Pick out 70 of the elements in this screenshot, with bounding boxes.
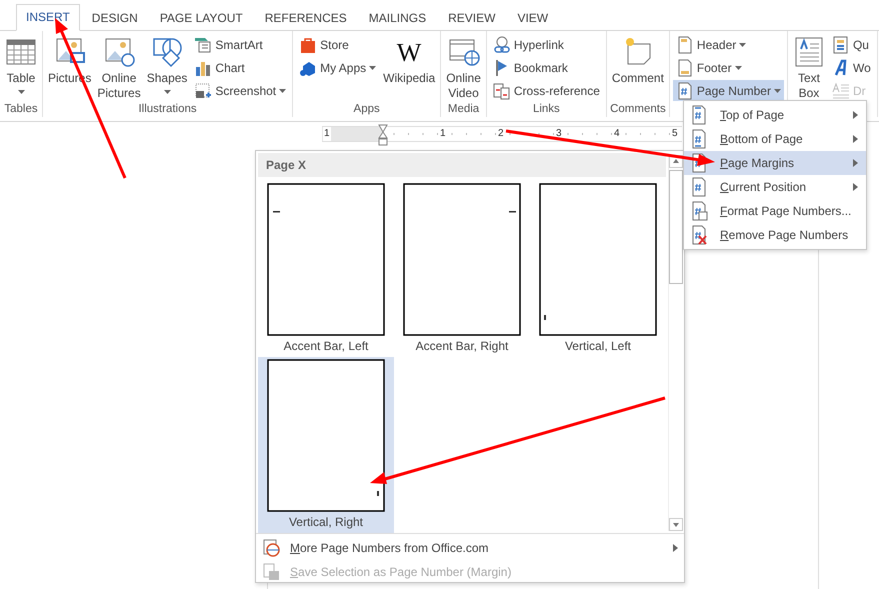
indent-marker-icon[interactable] (378, 124, 388, 146)
ribbon-button[interactable]: Online Pictures (95, 34, 143, 103)
ribbon-button[interactable]: Screenshot (191, 80, 290, 101)
ribbon-button[interactable]: Online Video (444, 34, 483, 103)
picture-globe-icon (103, 36, 136, 68)
ribbon-button[interactable]: My Apps (296, 57, 380, 78)
group-label: Links (532, 103, 561, 117)
page-number-icon (690, 177, 708, 197)
page-number-icon (690, 105, 708, 125)
footer-icon (676, 58, 694, 76)
ribbon-button[interactable]: Footer (672, 57, 784, 78)
page-thumbnail-icon (266, 183, 386, 336)
ribbon-button[interactable]: Hyperlink (490, 34, 603, 55)
ribbon-tab[interactable]: INSERT (16, 4, 80, 31)
gallery-item[interactable]: Vertical, Left (530, 181, 666, 357)
ribbon-button[interactable]: Comment (610, 34, 666, 103)
page-thumbnail-icon (266, 359, 386, 512)
page-number-icon (690, 129, 708, 149)
store-icon (299, 36, 318, 54)
ribbon-button[interactable]: Qu (828, 34, 874, 55)
ribbon-tab[interactable]: REFERENCES (254, 5, 357, 31)
ribbon-tab[interactable]: DESIGN (82, 5, 148, 31)
group-label: Apps (352, 103, 381, 117)
wiki-logo-icon: W (393, 36, 426, 68)
scrollbar[interactable] (668, 155, 683, 531)
globe-page-icon (262, 539, 280, 557)
gallery-item[interactable]: Accent Bar, Right (394, 181, 530, 357)
ribbon-button[interactable]: Chart (191, 57, 290, 78)
textbox-icon (792, 36, 825, 68)
ribbon-tab[interactable]: PAGE LAYOUT (150, 5, 253, 31)
ribbon-button[interactable]: Bookmark (490, 57, 603, 78)
group-label: Illustrations (137, 103, 198, 117)
page-thumbnail-icon (538, 183, 658, 336)
xref-icon (492, 82, 511, 100)
smartart-icon (194, 36, 212, 54)
ribbon-button[interactable]: W Wikipedia (381, 34, 438, 103)
ribbon-button[interactable]: SmartArt (191, 34, 290, 55)
ribbon-button[interactable]: Header (672, 34, 784, 55)
group-label: Media (446, 103, 480, 117)
scroll-down-button[interactable] (669, 518, 683, 531)
ribbon-button[interactable]: Store (296, 34, 380, 55)
shapes-icon (151, 36, 184, 68)
menu-item[interactable]: Format Page Numbers... (684, 199, 866, 223)
ribbon-button[interactable]: Wo (828, 57, 874, 78)
menu-item[interactable]: More Page Numbers from Office.com (256, 536, 684, 560)
page-x-icon (690, 225, 708, 245)
quick-icon (832, 36, 850, 54)
ribbon-button[interactable]: Shapes (144, 34, 190, 103)
page-thumbnail-icon (402, 183, 522, 336)
ribbon-button[interactable]: Table (3, 34, 39, 103)
group-label: Tables (3, 103, 39, 117)
page-number-icon (690, 201, 708, 221)
gallery-header: Page X (258, 153, 666, 177)
ruler-number: 1 (323, 127, 331, 141)
link-icon (492, 36, 511, 54)
gallery-item[interactable]: Accent Bar, Left (258, 181, 394, 357)
menu-item[interactable]: Current Position (684, 175, 866, 199)
menu-item[interactable]: Bottom of Page (684, 127, 866, 151)
menu-item[interactable]: Remove Page Numbers (684, 223, 866, 247)
screenshot-icon (194, 82, 212, 100)
ribbon-tab[interactable]: REVIEW (438, 5, 506, 31)
header-icon (676, 36, 694, 54)
ribbon-button[interactable]: Page Number (672, 80, 784, 101)
ribbon-button[interactable]: Cross-reference (490, 80, 603, 101)
group-label: Comments (610, 103, 666, 117)
menu-item[interactable]: Top of Page (684, 103, 866, 127)
ribbon-tab[interactable]: MAILINGS (358, 5, 436, 31)
ribbon-tab[interactable]: VIEW (507, 5, 558, 31)
menu-item[interactable]: Page Margins (684, 151, 866, 175)
gallery-item[interactable]: Vertical, Right (258, 357, 394, 533)
